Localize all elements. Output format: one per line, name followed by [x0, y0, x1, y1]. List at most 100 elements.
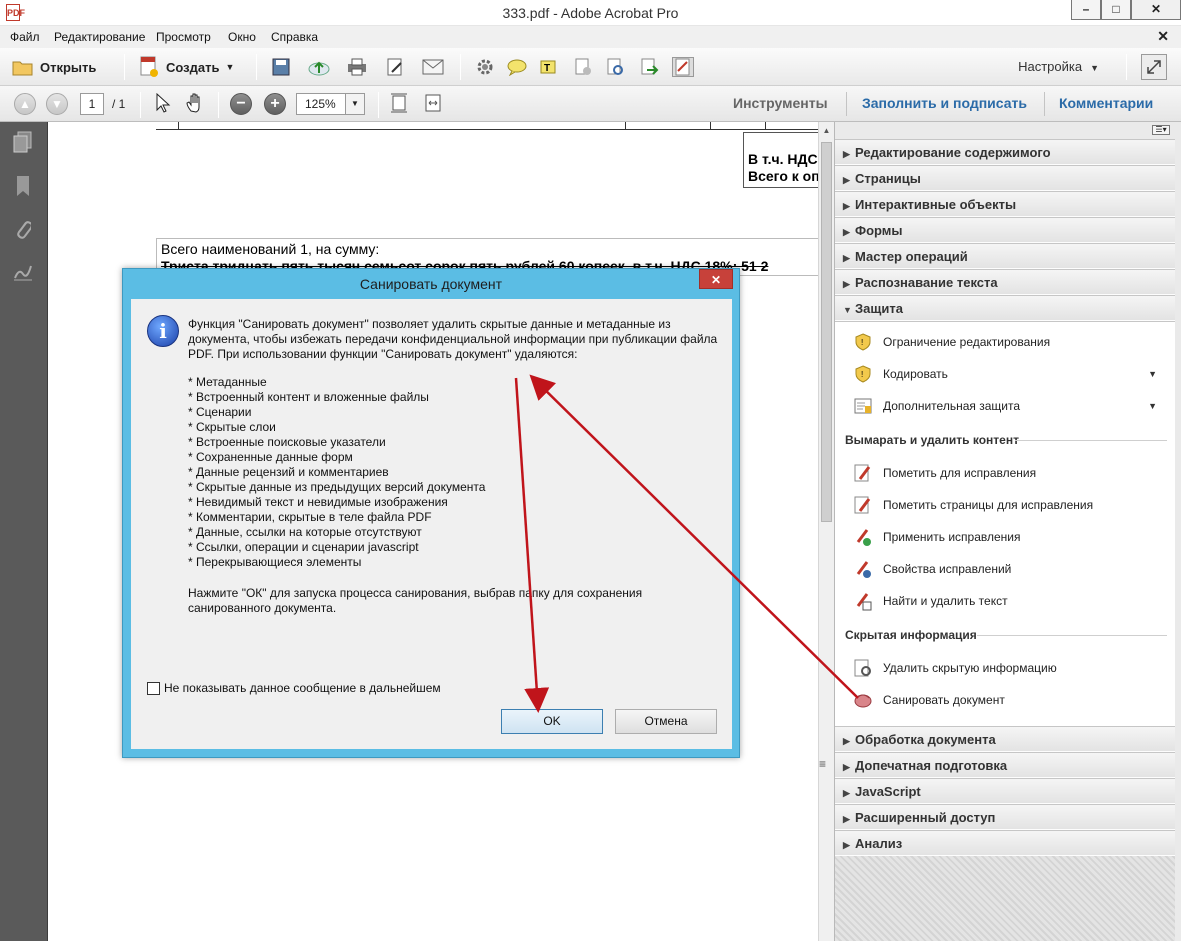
section-action-wizard[interactable]: ▶ Мастер операций	[835, 243, 1175, 269]
remove-hidden-info-item[interactable]: Удалить скрытую информацию	[853, 657, 1057, 679]
export-icon[interactable]	[638, 57, 660, 77]
fit-page-icon[interactable]	[388, 93, 410, 113]
dont-show-again-row[interactable]: Не показывать данное сообщение в дальней…	[147, 681, 441, 695]
cloud-upload-icon[interactable]	[308, 57, 330, 77]
search-document-icon[interactable]	[604, 57, 626, 77]
section-interactive-objects[interactable]: ▶ Интерактивные объекты	[835, 191, 1175, 217]
menu-view[interactable]: Просмотр	[156, 30, 211, 44]
list-item: * Скрытые данные из предыдущих версий до…	[188, 480, 486, 494]
expand-arrow-icon: ▶	[843, 762, 850, 772]
redaction-properties-item[interactable]: Свойства исправлений	[853, 558, 1011, 580]
more-protection-item[interactable]: Дополнительная защита ▼	[853, 395, 1173, 417]
dialog-close-button[interactable]: ✕	[699, 269, 733, 289]
sanitize-dialog: Санировать документ ✕ i Функция "Саниров…	[122, 268, 740, 758]
panel-options-icon[interactable]: ☰▾	[1152, 125, 1170, 135]
edit-document-icon[interactable]	[384, 57, 406, 77]
section-protection[interactable]: ▼ Защита	[835, 295, 1175, 321]
find-and-remove-text-item[interactable]: Найти и удалить текст	[853, 590, 1008, 612]
dropdown-caret-icon[interactable]: ▼	[1148, 369, 1157, 379]
tab-tools[interactable]: Инструменты	[733, 95, 828, 111]
sanitize-document-item[interactable]: Санировать документ	[853, 689, 1005, 711]
page-thumbnails-icon[interactable]	[12, 130, 34, 154]
list-item: * Комментарии, скрытые в теле файла PDF	[188, 510, 432, 524]
menu-edit[interactable]: Редактирование	[54, 30, 145, 44]
restrict-editing-item[interactable]: ! Ограничение редактирования	[853, 331, 1050, 353]
total-line: Всего к оплате	[748, 168, 818, 184]
table-divider	[178, 122, 179, 130]
document-scrollbar[interactable]: ▲	[818, 122, 834, 941]
bookmarks-icon[interactable]	[12, 174, 34, 198]
encrypt-item[interactable]: ! Кодировать ▼	[853, 363, 1173, 385]
select-tool-icon[interactable]	[152, 93, 174, 113]
ok-button[interactable]: OK	[501, 709, 603, 734]
close-window-button[interactable]: ✕	[1131, 0, 1181, 20]
section-accessibility[interactable]: ▶ Расширенный доступ	[835, 804, 1175, 830]
zoom-out-icon[interactable]: −	[230, 93, 252, 115]
section-print-production[interactable]: ▶ Допечатная подготовка	[835, 752, 1175, 778]
panel-splitter-handle[interactable]: ≡	[819, 757, 826, 771]
highlight-text-icon[interactable]: T	[538, 57, 560, 77]
zoom-in-icon[interactable]: +	[264, 93, 286, 115]
section-text-recognition[interactable]: ▶ Распознавание текста	[835, 269, 1175, 295]
settings-gear-icon[interactable]	[474, 57, 496, 77]
delete-pages-icon[interactable]	[572, 57, 594, 77]
save-icon[interactable]	[270, 57, 292, 77]
menu-help[interactable]: Справка	[271, 30, 318, 44]
list-item: * Метаданные	[188, 375, 267, 389]
minimize-button[interactable]: –	[1071, 0, 1101, 20]
list-item: * Невидимый текст и невидимые изображени…	[188, 495, 448, 509]
section-edit-content[interactable]: ▶ Редактирование содержимого	[835, 139, 1175, 165]
full-screen-icon[interactable]	[1141, 54, 1167, 80]
attachments-icon[interactable]	[12, 217, 34, 241]
scroll-up-icon[interactable]: ▲	[819, 126, 834, 140]
mark-pages-for-redaction-item[interactable]: Пометить страницы для исправления	[853, 494, 1093, 516]
customize-button[interactable]: Настройка ▼	[1018, 59, 1099, 74]
apply-redactions-item[interactable]: Применить исправления	[853, 526, 1021, 548]
section-forms[interactable]: ▶ Формы	[835, 217, 1175, 243]
expand-arrow-icon: ▶	[843, 175, 850, 185]
dialog-body: i Функция "Санировать документ" позволяе…	[131, 299, 732, 749]
cancel-button[interactable]: Отмена	[615, 709, 717, 734]
toolbar-separator	[460, 54, 461, 80]
zoom-dropdown-icon[interactable]: ▼	[345, 93, 365, 115]
comment-bubble-icon[interactable]	[506, 57, 528, 77]
open-button[interactable]: Открыть	[12, 55, 96, 79]
menu-file[interactable]: Файл	[10, 30, 40, 44]
svg-text:!: !	[861, 370, 863, 379]
hand-tool-icon[interactable]	[184, 93, 206, 113]
redaction-pages-icon	[853, 495, 873, 515]
scrollbar-thumb[interactable]	[821, 142, 832, 522]
protection-section-body: ! Ограничение редактирования ! Кодироват…	[835, 321, 1175, 915]
tab-fill-sign[interactable]: Заполнить и подписать	[862, 95, 1027, 111]
dialog-title: Санировать документ	[359, 276, 503, 292]
email-icon[interactable]	[422, 57, 444, 77]
svg-text:T: T	[544, 63, 550, 74]
dropdown-caret-icon[interactable]: ▼	[1148, 401, 1157, 411]
expand-arrow-icon: ▶	[843, 814, 850, 824]
section-analyze[interactable]: ▶ Анализ	[835, 830, 1175, 856]
sign-document-icon[interactable]	[672, 57, 694, 77]
dont-show-again-checkbox[interactable]	[147, 681, 160, 695]
create-button[interactable]: Создать ▼	[138, 55, 234, 79]
collapse-arrow-icon: ▼	[843, 305, 852, 315]
close-document-icon[interactable]: ✕	[1157, 28, 1169, 45]
tab-comments[interactable]: Комментарии	[1059, 95, 1153, 111]
list-item: * Данные, ссылки на которые отсутствуют	[188, 525, 422, 539]
page-number-input[interactable]: 1	[80, 93, 104, 115]
maximize-button[interactable]: □	[1101, 0, 1131, 20]
section-javascript[interactable]: ▶ JavaScript	[835, 778, 1175, 804]
mark-for-redaction-item[interactable]: Пометить для исправления	[853, 462, 1036, 484]
section-document-processing[interactable]: ▶ Обработка документа	[835, 726, 1175, 752]
next-page-icon[interactable]: ▼	[46, 93, 68, 115]
section-pages[interactable]: ▶ Страницы	[835, 165, 1175, 191]
zoom-level-input[interactable]: 125%	[296, 93, 346, 115]
signatures-icon[interactable]	[12, 260, 34, 284]
print-icon[interactable]	[346, 57, 368, 77]
menu-window[interactable]: Окно	[228, 30, 256, 44]
create-label: Создать	[166, 59, 220, 75]
panel-header: ☰▾	[835, 122, 1181, 138]
table-divider	[625, 122, 626, 130]
previous-page-icon[interactable]: ▲	[14, 93, 36, 115]
expand-arrow-icon: ▶	[843, 149, 850, 159]
fit-width-icon[interactable]	[422, 93, 444, 113]
